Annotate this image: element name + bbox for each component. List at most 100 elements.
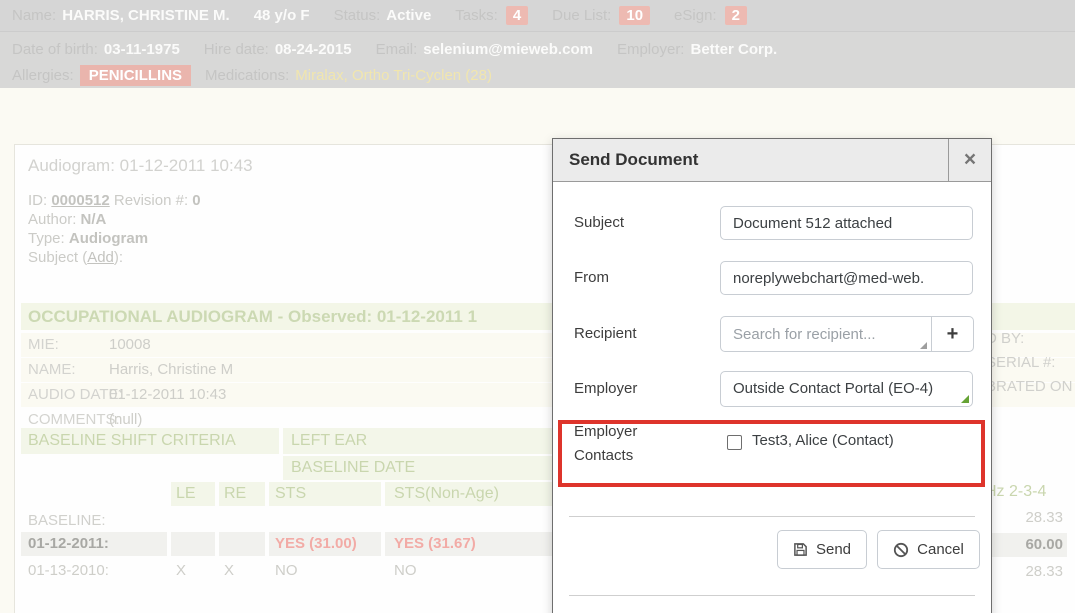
employer-contacts-label-line2: Contacts [574,447,633,464]
hire-date-value: 08-24-2015 [275,41,352,58]
allergy-badge[interactable]: PENICILLINS [80,65,191,86]
row-label: 01-13-2010: [21,559,167,583]
add-recipient-button[interactable]: + [931,316,974,352]
close-button[interactable]: × [948,139,991,181]
mie-label: MIE: [28,333,59,357]
cell-sts-non-age: NO [385,559,552,583]
patient-name: HARRIS, CHRISTINE M. [62,7,230,24]
patient-age-sex: 48 y/o F [254,7,310,24]
col-header-sts: STS [269,482,381,506]
document-type-line: Type: Audiogram [28,230,148,247]
employer-contacts-label-line1: Employer [574,423,637,440]
cell-le [171,532,215,556]
subject-suffix: ): [114,249,123,266]
serial-fragment: SERIAL #: [986,354,1055,371]
type-label: Type: [28,230,65,247]
document-subject-line: Subject (Add): [28,249,123,266]
document-author-line: Author: N/A [28,211,106,228]
medications-list[interactable]: Miralax, Ortho Tri-Cyclen (28) [295,67,492,84]
employer-contact-checkbox[interactable] [727,435,742,450]
hire-date-label: Hire date: [204,41,269,58]
employer-selected-value: Outside Contact Portal (EO-4) [733,380,933,397]
revision-label: Revision #: [114,192,188,209]
document-title: Audiogram: 01-12-2011 10:43 [28,156,253,176]
col-header-le: LE [171,482,215,506]
mie-value: 10008 [109,333,151,357]
audio-date-value: 01-12-2011 10:43 [109,383,226,407]
row-label: 01-12-2011: [21,532,167,556]
status-label: Status: [334,7,381,24]
modal-header: Send Document × [553,139,991,182]
recipient-search-input[interactable] [720,316,932,352]
divider [569,595,975,596]
cell-sts-non-age: YES (31.67) [385,532,552,556]
tasks-label: Tasks: [455,7,498,24]
baseline-section-title: BASELINE SHIFT CRITERIA [21,428,279,454]
email-value: selenium@mieweb.com [423,41,593,58]
name-row-label: NAME: [28,358,76,382]
send-button-label: Send [816,541,851,558]
resize-handle-icon[interactable] [920,342,927,349]
esign-label: eSign: [674,7,717,24]
row-label: BASELINE: [21,509,167,533]
esign-count-badge[interactable]: 2 [725,6,747,25]
cancel-button-label: Cancel [917,541,964,558]
save-icon [793,542,808,557]
medications-label: Medications: [205,67,289,84]
from-input[interactable] [720,261,973,295]
allergies-label: Allergies: [12,67,74,84]
cancel-button[interactable]: Cancel [877,530,980,569]
employer-label: Employer: [617,41,685,58]
subject-add-link[interactable]: Add [87,249,114,266]
employer-field-label: Employer [574,380,637,397]
plus-icon: + [947,323,959,345]
author-label: Author: [28,211,76,228]
due-list-label: Due List: [552,7,611,24]
subject-input[interactable] [720,206,973,240]
patient-banner-row1: Name: HARRIS, CHRISTINE M. 48 y/o F Stat… [0,0,1075,31]
cell-sts: YES (31.00) [269,532,381,556]
name-label: Name: [12,7,56,24]
type-value: Audiogram [69,230,148,247]
dob-value: 03-11-1975 [104,41,180,58]
calibrated-fragment: BRATED ON [986,378,1072,395]
subject-label: Subject [574,214,624,231]
left-ear-title: LEFT EAR [283,428,552,454]
col-header-re: RE [219,482,265,506]
modal-title: Send Document [569,139,698,181]
employer-contact-option[interactable]: Test3, Alice (Contact) [752,432,894,449]
dob-label: Date of birth: [12,41,98,58]
tasks-count-badge[interactable]: 4 [506,6,528,25]
cell-re: X [219,559,265,583]
col-header-sts-non-age: STS(Non-Age) [385,482,552,506]
cell-re [219,532,265,556]
document-id-line: ID: 0000512 Revision #: 0 [28,192,201,209]
employer-select[interactable]: Outside Contact Portal (EO-4) [720,371,973,407]
cell-le: X [171,559,215,583]
id-label: ID: [28,192,47,209]
from-label: From [574,269,609,286]
recipient-group: + [720,316,974,352]
employer-value: Better Corp. [690,41,777,58]
dropdown-resize-icon[interactable] [961,395,969,403]
avg-value: 28.33 [1018,563,1063,580]
email-label: Email: [376,41,418,58]
close-icon: × [964,148,976,171]
author-value: N/A [81,211,107,228]
document-id-link[interactable]: 0000512 [51,192,109,209]
cell-sts: NO [269,559,381,583]
name-row-value: Harris, Christine M [109,358,233,382]
baseline-date-title: BASELINE DATE [283,456,552,480]
revision-value: 0 [192,192,200,209]
send-document-modal: Send Document × Subject From Recipient +… [552,138,992,613]
patient-status: Active [386,7,431,24]
send-button[interactable]: Send [777,530,867,569]
hz-header-fragment: Hz 2-3-4 [985,483,1046,501]
divider [569,516,975,517]
due-list-count-badge[interactable]: 10 [619,6,650,25]
cancel-icon [893,542,909,558]
subject-prefix: Subject ( [28,249,87,266]
avg-value: 28.33 [1018,509,1063,526]
recipient-label: Recipient [574,325,637,342]
avg-value: 60.00 [1018,536,1063,553]
